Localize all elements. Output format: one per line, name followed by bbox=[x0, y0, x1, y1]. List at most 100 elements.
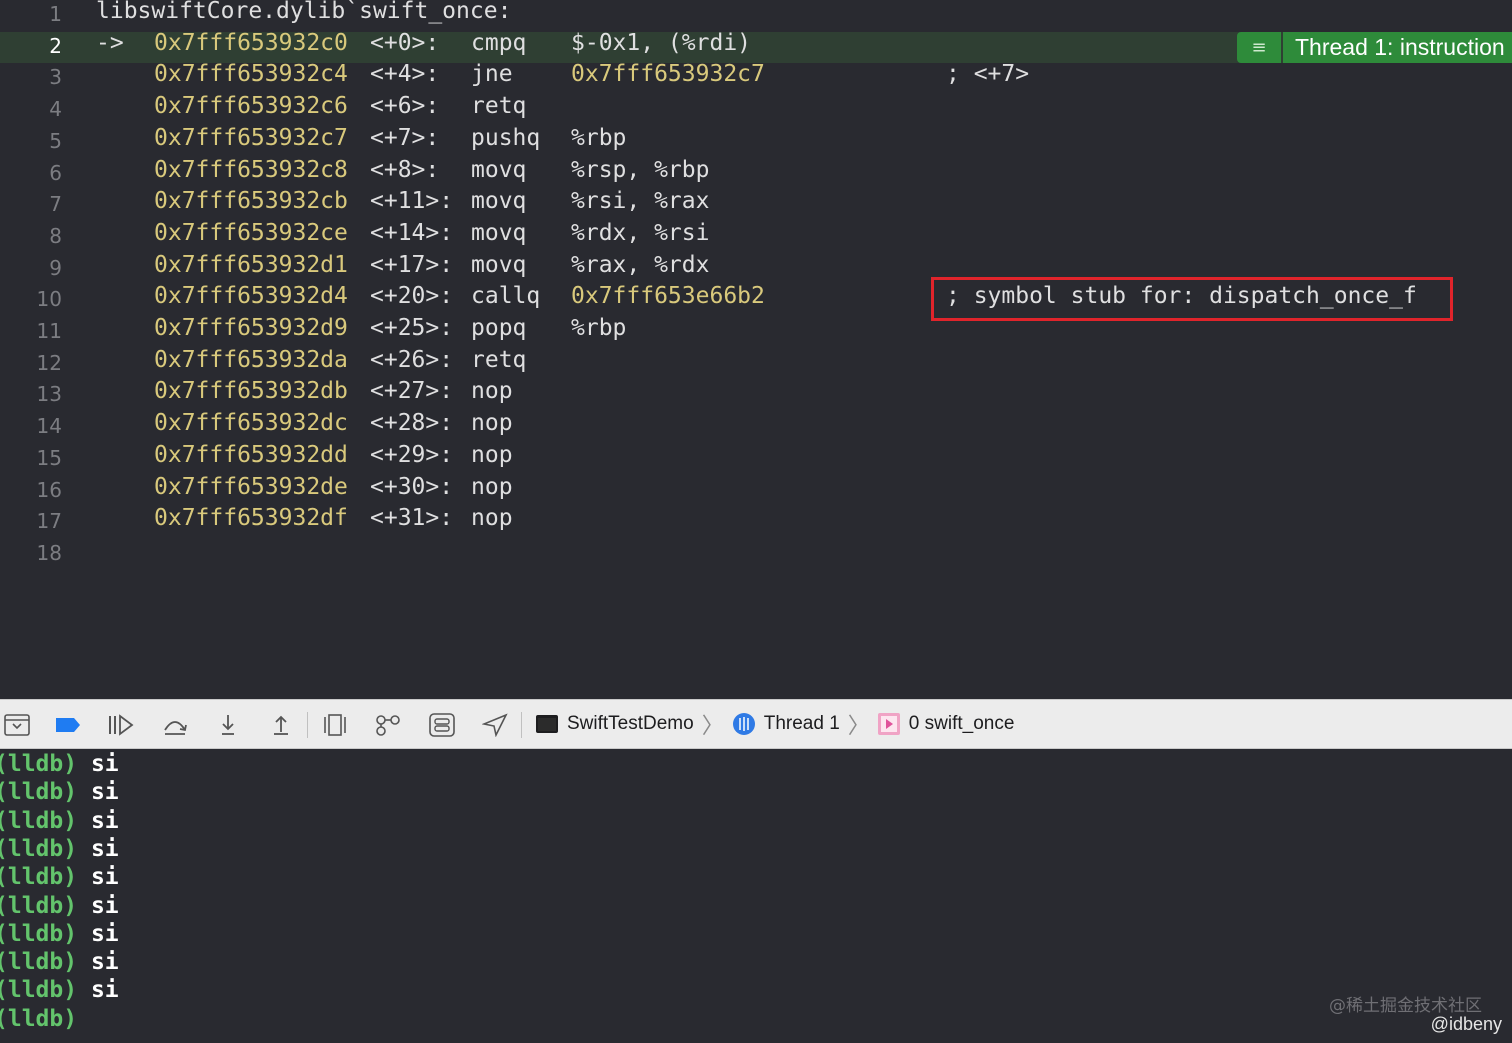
operands: %rbp bbox=[571, 124, 627, 151]
lldb-console[interactable]: (lldb) si (lldb) si (lldb) si (lldb) si (lld… bbox=[0, 749, 1512, 1043]
function-header: libswiftCore.dylib`swift_once: bbox=[96, 0, 512, 24]
console-line: (lldb) si bbox=[0, 808, 119, 836]
code-line: 17 0x7fff653932df <+31>: nop bbox=[0, 505, 1512, 539]
instruction-address: 0x7fff653932d4 bbox=[154, 283, 348, 310]
code-line: 6 0x7fff653932c8 <+8>: movq %rsp, %rbp bbox=[0, 156, 1512, 191]
opcode: nop bbox=[471, 473, 513, 500]
instruction-address: 0x7fff653932db bbox=[154, 378, 348, 405]
debug-bar: SwiftTestDemo 〉 Thread 1 〉 0 swift_once bbox=[0, 699, 1512, 749]
code-line: 14 0x7fff653932dc <+28>: nop bbox=[0, 410, 1512, 444]
line-number: 16 bbox=[36, 477, 62, 502]
lldb-prompt: (lldb) bbox=[0, 807, 78, 834]
operands: %rdx, %rsi bbox=[571, 219, 710, 246]
line-number: 1 bbox=[49, 2, 62, 26]
code-line: 8 0x7fff653932ce <+14>: movq %rdx, %rsi bbox=[0, 219, 1512, 254]
opcode: pushq bbox=[471, 124, 541, 151]
line-number: 10 bbox=[36, 287, 62, 312]
crumb-frame-label: 0 swift_once bbox=[908, 713, 1015, 734]
instruction-offset: <+28>: bbox=[370, 410, 454, 437]
crumb-app[interactable]: SwiftTestDemo bbox=[536, 713, 694, 735]
lldb-prompt: (lldb) bbox=[0, 751, 78, 777]
instruction-address: 0x7fff653932df bbox=[154, 505, 348, 532]
code-line: 18 bbox=[0, 539, 1512, 571]
toolbar-separator bbox=[307, 712, 308, 738]
operand-address: 0x7fff653e66b2 bbox=[571, 283, 765, 310]
view-debugger-icon[interactable] bbox=[320, 710, 350, 740]
code-line: 13 0x7fff653932db <+27>: nop bbox=[0, 378, 1512, 412]
step-into-icon[interactable] bbox=[213, 710, 243, 740]
crumb-thread[interactable]: Thread 1 bbox=[732, 712, 840, 736]
console-line: (lldb) bbox=[0, 1006, 91, 1034]
opcode: retq bbox=[471, 93, 527, 120]
crumb-thread-label: Thread 1 bbox=[763, 713, 840, 734]
chevron-right-icon: 〉 bbox=[701, 713, 724, 738]
instruction-offset: <+8>: bbox=[370, 156, 440, 183]
pc-arrow: -> bbox=[96, 29, 124, 56]
instruction: 0x7fff653932dc <+28>: nop bbox=[96, 410, 946, 436]
instruction: 0x7fff653932de <+30>: nop bbox=[96, 474, 946, 500]
step-out-icon[interactable] bbox=[266, 710, 296, 740]
breadcrumb: SwiftTestDemo 〉 Thread 1 〉 0 swift_once bbox=[536, 700, 1014, 748]
environment-overrides-icon[interactable] bbox=[427, 710, 457, 740]
crumb-frame[interactable]: 0 swift_once bbox=[877, 713, 1015, 735]
instruction: 0x7fff653932c6 <+6>: retq bbox=[96, 93, 946, 119]
instruction-address: 0x7fff653932c6 bbox=[154, 93, 348, 120]
watermark-author: @idbeny bbox=[1430, 1014, 1502, 1034]
lldb-prompt: (lldb) bbox=[0, 835, 78, 862]
hide-debug-area-icon[interactable] bbox=[2, 710, 32, 740]
opcode: movq bbox=[471, 188, 527, 215]
instruction-offset: <+20>: bbox=[370, 283, 454, 310]
instruction-offset: <+7>: bbox=[370, 124, 440, 151]
instruction-offset: <+30>: bbox=[370, 473, 454, 500]
code-line: 11 0x7fff653932d9 <+25>: popq %rbp bbox=[0, 315, 1512, 349]
opcode: callq bbox=[471, 283, 541, 310]
operands: %rbp bbox=[571, 315, 627, 341]
instruction: 0x7fff653932db <+27>: nop bbox=[96, 378, 946, 404]
continue-icon[interactable] bbox=[106, 710, 136, 740]
thread-badge[interactable]: ≡ Thread 1: instruction bbox=[1237, 31, 1512, 63]
code-line: 4 0x7fff653932c6 <+6>: retq bbox=[0, 93, 1512, 127]
instruction-offset: <+26>: bbox=[370, 346, 454, 373]
line-number: 7 bbox=[49, 192, 62, 217]
opcode: nop bbox=[471, 410, 513, 437]
code-line: 16 0x7fff653932de <+30>: nop bbox=[0, 474, 1512, 508]
console-command: si bbox=[90, 864, 119, 891]
operand-address: 0x7fff653932c7 bbox=[571, 61, 765, 88]
instruction-address: 0x7fff653932d1 bbox=[154, 251, 348, 278]
line-number: 13 bbox=[36, 382, 62, 407]
operands: %rsi, %rax bbox=[571, 188, 710, 215]
instruction: 0x7fff653932df <+31>: nop bbox=[96, 505, 946, 531]
opcode: retq bbox=[471, 346, 527, 373]
memory-graph-icon[interactable] bbox=[373, 710, 403, 740]
line-number: 2 bbox=[49, 33, 62, 58]
console-line: (lldb) si bbox=[0, 751, 119, 779]
opcode: movq bbox=[471, 219, 527, 246]
operands: $-0x1, (%rdi) bbox=[571, 29, 752, 56]
code-line: 12 0x7fff653932da <+26>: retq bbox=[0, 347, 1512, 381]
line-number: 5 bbox=[49, 128, 62, 153]
console-command: si bbox=[90, 977, 119, 1004]
line-number: 14 bbox=[36, 414, 62, 439]
line-number: 3 bbox=[49, 65, 62, 90]
instruction: 0x7fff653932da <+26>: retq bbox=[96, 347, 946, 373]
opcode: cmpq bbox=[471, 29, 527, 56]
operands: %rsp, %rbp bbox=[571, 156, 710, 183]
opcode: popq bbox=[471, 315, 527, 341]
breakpoints-toggle-icon[interactable] bbox=[53, 710, 83, 740]
list-icon[interactable]: ≡ bbox=[1237, 31, 1281, 63]
crumb-app-label: SwiftTestDemo bbox=[567, 713, 694, 734]
highlight-box bbox=[931, 277, 1453, 321]
console-line: (lldb) si bbox=[0, 977, 119, 1005]
chevron-right-icon: 〉 bbox=[847, 713, 870, 738]
console-command: si bbox=[90, 892, 119, 919]
console-command: si bbox=[90, 751, 119, 777]
simulate-location-icon[interactable] bbox=[480, 710, 510, 740]
instruction-offset: <+25>: bbox=[370, 315, 454, 341]
code-line: 7 0x7fff653932cb <+11>: movq %rsi, %rax bbox=[0, 188, 1512, 222]
line-number: 15 bbox=[36, 445, 62, 470]
opcode: nop bbox=[471, 378, 513, 405]
step-over-icon[interactable] bbox=[160, 710, 190, 740]
stack-frame-icon bbox=[877, 713, 900, 735]
instruction: 0x7fff653932c4 <+4>: jne 0x7fff653932c7 ; <+… bbox=[96, 61, 1029, 87]
code-line: 5 0x7fff653932c7 <+7>: pushq %rbp bbox=[0, 124, 1512, 159]
